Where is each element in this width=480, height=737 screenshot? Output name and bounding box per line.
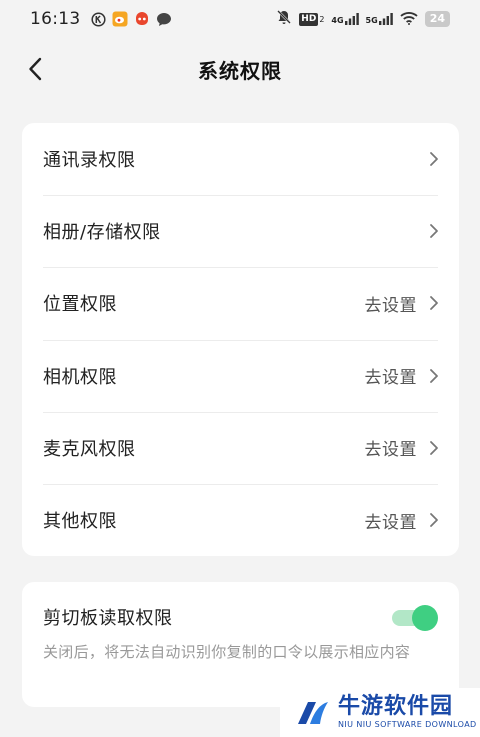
clipboard-toggle[interactable]	[392, 605, 438, 631]
taobao-icon	[134, 11, 150, 27]
clipboard-label: 剪切板读取权限	[43, 608, 173, 629]
status-right: HD 2 4G 5G 24	[276, 9, 450, 29]
permission-row-location[interactable]: 位置权限 去设置	[22, 267, 459, 339]
chevron-right-icon	[430, 440, 438, 455]
permission-row-microphone[interactable]: 麦克风权限 去设置	[22, 411, 459, 484]
mute-icon	[276, 9, 292, 29]
battery-icon: 24	[424, 11, 450, 27]
permission-label: 位置权限	[43, 294, 117, 316]
watermark-en: NIU NIU SOFTWARE DOWNLOAD	[338, 720, 477, 729]
permission-row-album-storage[interactable]: 相册/存储权限	[22, 195, 459, 267]
message-icon	[156, 12, 172, 27]
permissions-card: 通讯录权限 相册/存储权限 位置权限 去设置 相机权限 去设置 麦克风权限 去设…	[22, 123, 459, 556]
permission-label: 相册/存储权限	[43, 222, 161, 244]
back-button[interactable]	[18, 52, 52, 86]
k-app-icon	[90, 11, 106, 27]
go-settings-link: 去设置	[364, 368, 417, 389]
weibo-icon	[112, 11, 128, 27]
go-settings-link: 去设置	[364, 512, 417, 533]
permission-label: 相机权限	[43, 366, 117, 388]
permission-label: 通讯录权限	[43, 150, 136, 172]
niuyou-logo-icon	[298, 701, 328, 724]
watermark-cn: 牛游软件园	[338, 694, 454, 719]
hd-icon: HD 2	[299, 12, 325, 26]
clipboard-description: 关闭后，将无法自动识别你复制的口令以展示相应内容	[43, 643, 411, 661]
chevron-right-icon	[430, 296, 438, 311]
permission-row-other[interactable]: 其他权限 去设置	[22, 483, 459, 556]
permission-row-contacts[interactable]: 通讯录权限	[22, 123, 459, 195]
watermark: 牛游软件园 NIU NIU SOFTWARE DOWNLOAD	[280, 688, 480, 737]
page-title: 系统权限	[198, 58, 282, 83]
permission-label: 其他权限	[43, 511, 117, 533]
status-bar: 16:13 HD 2 4G 5G 24	[0, 0, 480, 38]
signal-4g-icon: 4G	[331, 13, 359, 25]
chevron-right-icon	[430, 224, 438, 239]
go-settings-link: 去设置	[364, 295, 417, 316]
chevron-right-icon	[430, 368, 438, 383]
chevron-right-icon	[430, 513, 438, 527]
chevron-right-icon	[430, 152, 438, 166]
status-time: 16:13	[30, 9, 81, 29]
go-settings-link: 去设置	[364, 440, 417, 461]
chevron-left-icon	[29, 57, 42, 81]
permission-label: 麦克风权限	[43, 438, 136, 460]
permission-row-camera[interactable]: 相机权限 去设置	[22, 339, 459, 412]
signal-5g-icon: 5G	[366, 13, 393, 25]
toggle-knob	[412, 605, 438, 631]
page-header: 系统权限	[0, 38, 480, 100]
wifi-icon	[400, 10, 418, 29]
